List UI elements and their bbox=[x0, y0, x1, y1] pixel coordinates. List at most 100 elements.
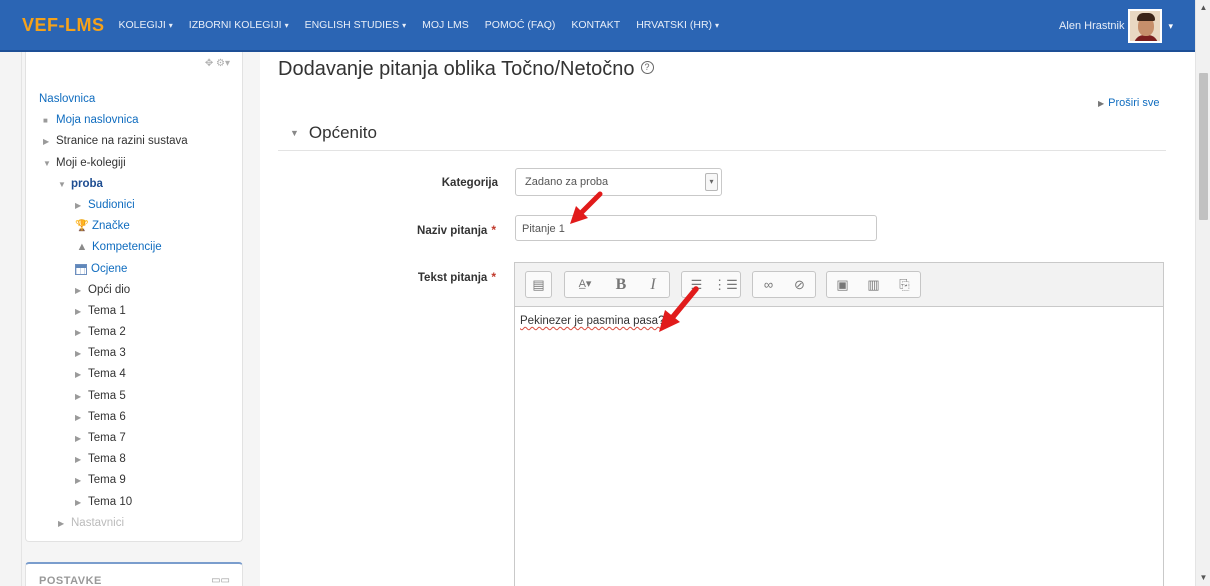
sidebar-item-nastavnici[interactable]: ▶ Nastavnici bbox=[39, 513, 188, 534]
user-menu[interactable]: Alen Hrastnik ▾ bbox=[1059, 9, 1173, 43]
toolbar-group-show-more: ▤ bbox=[525, 271, 552, 298]
expand-arrow-icon[interactable]: ▶ bbox=[75, 280, 88, 301]
sidebar-item-label: Tema 3 bbox=[88, 347, 126, 360]
sidebar-item-tema-6[interactable]: ▶ Tema 6 bbox=[39, 407, 188, 428]
bold-icon[interactable]: B bbox=[605, 272, 637, 297]
collapse-arrow-icon[interactable]: ▼ bbox=[58, 174, 71, 195]
chevron-down-icon: ▾ bbox=[168, 21, 173, 30]
paragraph-styles-icon[interactable]: A̲▾ bbox=[565, 272, 605, 297]
editor-content[interactable]: Pekinezer je pasmina pasa? bbox=[520, 315, 664, 327]
sidebar-item-proba[interactable]: ▼ proba bbox=[39, 174, 188, 195]
expand-all-label: Proširi sve bbox=[1108, 97, 1160, 109]
trophy-icon: 🏆 bbox=[75, 220, 89, 233]
sidebar-item-tema-2[interactable]: ▶ Tema 2 bbox=[39, 322, 188, 343]
sidebar-item-label: Moji e-kolegiji bbox=[56, 156, 126, 169]
help-icon[interactable]: ? bbox=[640, 61, 654, 75]
sidebar-item-tema-10[interactable]: ▶ Tema 10 bbox=[39, 492, 188, 513]
menu-kolegiji[interactable]: KOLEGIJI ▾ bbox=[119, 19, 173, 31]
toolbar-group-links: ∞ ⊘ bbox=[752, 271, 816, 298]
sidebar-item-label: Moja naslovnica bbox=[56, 114, 139, 127]
section-header-general[interactable]: ▼ Općenito bbox=[278, 115, 1166, 151]
expand-arrow-icon[interactable]: ▶ bbox=[75, 386, 88, 407]
scroll-up-icon[interactable]: ▲ bbox=[1196, 0, 1210, 16]
nav-root-naslovnica[interactable]: Naslovnica bbox=[39, 89, 188, 110]
page-scrollbar[interactable]: ▲ ▼ bbox=[1195, 0, 1210, 586]
expand-arrow-icon[interactable]: ▶ bbox=[75, 195, 88, 216]
sidebar-item-opci-dio[interactable]: ▶ Opći dio bbox=[39, 280, 188, 301]
section-title: Općenito bbox=[308, 122, 377, 142]
link-icon[interactable]: ∞ bbox=[753, 272, 784, 297]
top-navbar: VEF-LMS KOLEGIJI ▾ IZBORNI KOLEGIJI ▾ ENGL… bbox=[0, 0, 1195, 52]
sidebar-item-tema-7[interactable]: ▶ Tema 7 bbox=[39, 428, 188, 449]
scroll-down-icon[interactable]: ▼ bbox=[1196, 570, 1210, 586]
menu-izborni-label: IZBORNI KOLEGIJI bbox=[188, 19, 282, 31]
expand-arrow-icon[interactable]: ▶ bbox=[75, 343, 88, 364]
unlink-icon[interactable]: ⊘ bbox=[784, 272, 815, 297]
sidebar-item-tema-9[interactable]: ▶ Tema 9 bbox=[39, 470, 188, 491]
expand-arrow-icon[interactable]: ▶ bbox=[43, 131, 56, 152]
menu-pomoc-faq[interactable]: POMOĆ (FAQ) bbox=[485, 19, 556, 31]
sidebar-item-tema-3[interactable]: ▶ Tema 3 bbox=[39, 343, 188, 364]
menu-language[interactable]: HRVATSKI (HR) ▾ bbox=[636, 19, 719, 31]
sidebar-item-tema-4[interactable]: ▶ Tema 4 bbox=[39, 364, 188, 385]
media-icon[interactable]: ▥ bbox=[858, 272, 889, 297]
expand-all-link[interactable]: ▶ Proširi sve bbox=[1098, 97, 1160, 109]
sidebar-item-label: Tema 4 bbox=[88, 368, 126, 381]
scrollbar-thumb[interactable] bbox=[1199, 73, 1208, 220]
expand-arrow-icon[interactable]: ▶ bbox=[75, 322, 88, 343]
sidebar-item-tema-5[interactable]: ▶ Tema 5 bbox=[39, 386, 188, 407]
expand-arrow-icon[interactable]: ▶ bbox=[75, 301, 88, 322]
expand-arrow-icon[interactable]: ▶ bbox=[75, 470, 88, 491]
category-select-value: Zadano za proba bbox=[525, 176, 609, 188]
category-label: Kategorija bbox=[338, 177, 498, 189]
user-menu-chevron-icon[interactable]: ▾ bbox=[1168, 21, 1173, 32]
question-name-label: Naziv pitanja * bbox=[336, 223, 496, 237]
ordered-list-icon[interactable]: ⋮☰ bbox=[711, 272, 740, 297]
sidebar-item-znacke[interactable]: 🏆 Značke bbox=[39, 216, 188, 237]
sidebar-item-label: Značke bbox=[92, 220, 130, 233]
dock-block-icon[interactable]: ▭▭ bbox=[211, 575, 230, 586]
question-name-label-text: Naziv pitanja bbox=[417, 225, 488, 237]
main-menu: KOLEGIJI ▾ IZBORNI KOLEGIJI ▾ ENGLISH STUD… bbox=[119, 19, 736, 31]
expand-arrow-icon[interactable]: ▶ bbox=[58, 513, 71, 534]
question-text-editor[interactable]: ▤ A̲▾ B I ☰ ⋮☰ ∞ ⊘ ▣ ▥ ⎘ Pekinezer je pa… bbox=[514, 262, 1164, 586]
site-brand-logo[interactable]: VEF-LMS bbox=[22, 15, 105, 36]
collapse-arrow-icon[interactable]: ▼ bbox=[43, 153, 56, 174]
sidebar-item-label: Tema 7 bbox=[88, 432, 126, 444]
annotation-arrow-icon bbox=[570, 191, 603, 224]
menu-izborni-kolegiji[interactable]: IZBORNI KOLEGIJI ▾ bbox=[189, 19, 289, 31]
sidebar-item-label: Tema 1 bbox=[88, 304, 126, 317]
navigation-block: ✥ ⚙▾ Naslovnica ■ Moja naslovnica ▶ Strani… bbox=[25, 52, 243, 542]
expand-arrow-icon[interactable]: ▶ bbox=[75, 492, 88, 513]
sidebar-item-moja-naslovnica[interactable]: ■ Moja naslovnica bbox=[39, 110, 188, 131]
chevron-down-icon: ▾ bbox=[284, 21, 289, 30]
menu-kontakt[interactable]: KONTAKT bbox=[571, 19, 620, 31]
grades-table-icon bbox=[75, 263, 87, 275]
user-name: Alen Hrastnik bbox=[1059, 20, 1125, 32]
expand-arrow-icon[interactable]: ▶ bbox=[75, 407, 88, 428]
show-more-buttons-icon[interactable]: ▤ bbox=[526, 272, 551, 297]
sidebar-item-label: Sudionici bbox=[88, 198, 135, 211]
sidebar-item-moji-e-kolegiji[interactable]: ▼ Moji e-kolegiji bbox=[39, 153, 188, 174]
sidebar-item-label: Ocjene bbox=[91, 262, 128, 275]
question-name-value: Pitanje 1 bbox=[522, 223, 565, 235]
block-move-settings-icon[interactable]: ✥ ⚙▾ bbox=[205, 58, 230, 69]
expand-arrow-icon[interactable]: ▶ bbox=[75, 428, 88, 449]
menu-english-studies[interactable]: ENGLISH STUDIES ▾ bbox=[305, 19, 407, 31]
image-icon[interactable]: ▣ bbox=[827, 272, 858, 297]
sidebar-item-stranice-sustava[interactable]: ▶ Stranice na razini sustava bbox=[39, 131, 188, 152]
menu-moj-lms[interactable]: MOJ LMS bbox=[422, 19, 469, 31]
expand-arrow-icon[interactable]: ▶ bbox=[75, 364, 88, 385]
sidebar-item-tema-8[interactable]: ▶ Tema 8 bbox=[39, 449, 188, 470]
sidebar-item-sudionici[interactable]: ▶ Sudionici bbox=[39, 195, 188, 216]
sidebar-item-label: Opći dio bbox=[88, 283, 131, 296]
sidebar-item-kompetencije[interactable]: ▲ Kompetencije bbox=[39, 237, 188, 258]
avatar[interactable] bbox=[1128, 9, 1163, 43]
manage-files-icon[interactable]: ⎘ bbox=[889, 272, 920, 297]
sidebar-item-ocjene[interactable]: Ocjene bbox=[39, 259, 188, 280]
category-select[interactable]: Zadano za proba ▾ bbox=[515, 168, 722, 196]
expand-arrow-icon[interactable]: ▶ bbox=[75, 449, 88, 470]
sidebar-item-tema-1[interactable]: ▶ Tema 1 bbox=[39, 301, 188, 322]
chevron-down-icon: ▾ bbox=[715, 21, 720, 30]
sidebar-item-label: Tema 9 bbox=[88, 474, 126, 487]
